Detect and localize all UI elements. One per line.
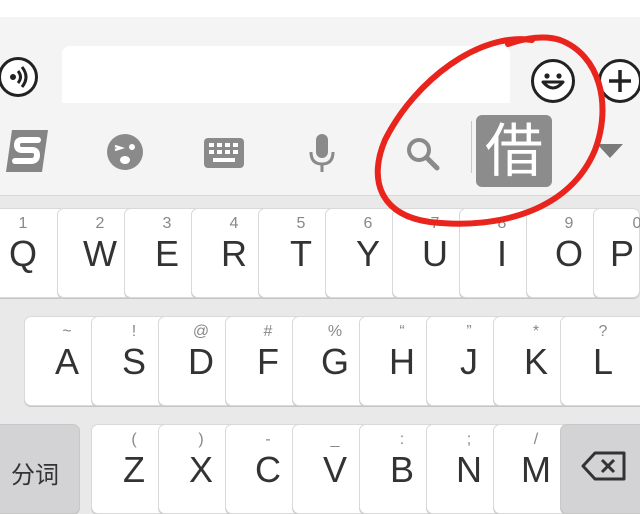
plus-icon (609, 70, 631, 92)
key-hint: ? (598, 323, 608, 340)
sogou-logo-button[interactable] (2, 125, 54, 177)
voice-typing-button[interactable] (306, 131, 338, 175)
emoji-face-icon (107, 134, 143, 170)
key-p[interactable]: 0 P (593, 208, 640, 298)
key-l[interactable]: ? L (560, 316, 640, 406)
more-button[interactable] (598, 59, 640, 103)
key-hint: 0 (632, 215, 640, 232)
key-label: Q (8, 233, 37, 274)
key-label: 分词 (11, 462, 59, 489)
backspace-icon (581, 451, 626, 481)
key-label: L (592, 341, 614, 382)
keyboard-switch-button[interactable] (203, 137, 245, 169)
search-button[interactable] (402, 133, 442, 173)
top-strip (0, 0, 640, 17)
voice-input-button[interactable] (0, 57, 38, 97)
smiley-icon (541, 73, 565, 90)
triangle-down-icon (597, 144, 623, 158)
search-icon (407, 138, 440, 171)
emoji-button[interactable] (531, 59, 575, 103)
voice-wave-icon (10, 66, 28, 88)
segment-key[interactable]: 分词 (0, 424, 80, 514)
borrow-button[interactable]: 借 (476, 115, 552, 187)
keyboard-icon (204, 138, 244, 168)
backspace-key[interactable] (560, 424, 640, 514)
sogou-logo-icon (6, 130, 48, 172)
chat-input-bar (0, 17, 640, 112)
ime-toolbar: 借 (0, 103, 640, 196)
emoji-panel-button[interactable] (104, 131, 146, 173)
key-hint: 1 (18, 215, 28, 232)
collapse-toolbar-button[interactable] (594, 141, 626, 161)
qwerty-keyboard: 1 Q 2 W 3 E 4 R 5 T 6 Y 7 U 8 I 9 O 0 P … (0, 196, 640, 514)
key-label: P (609, 233, 634, 274)
microphone-icon (309, 134, 335, 172)
toolbar-divider (471, 121, 472, 173)
